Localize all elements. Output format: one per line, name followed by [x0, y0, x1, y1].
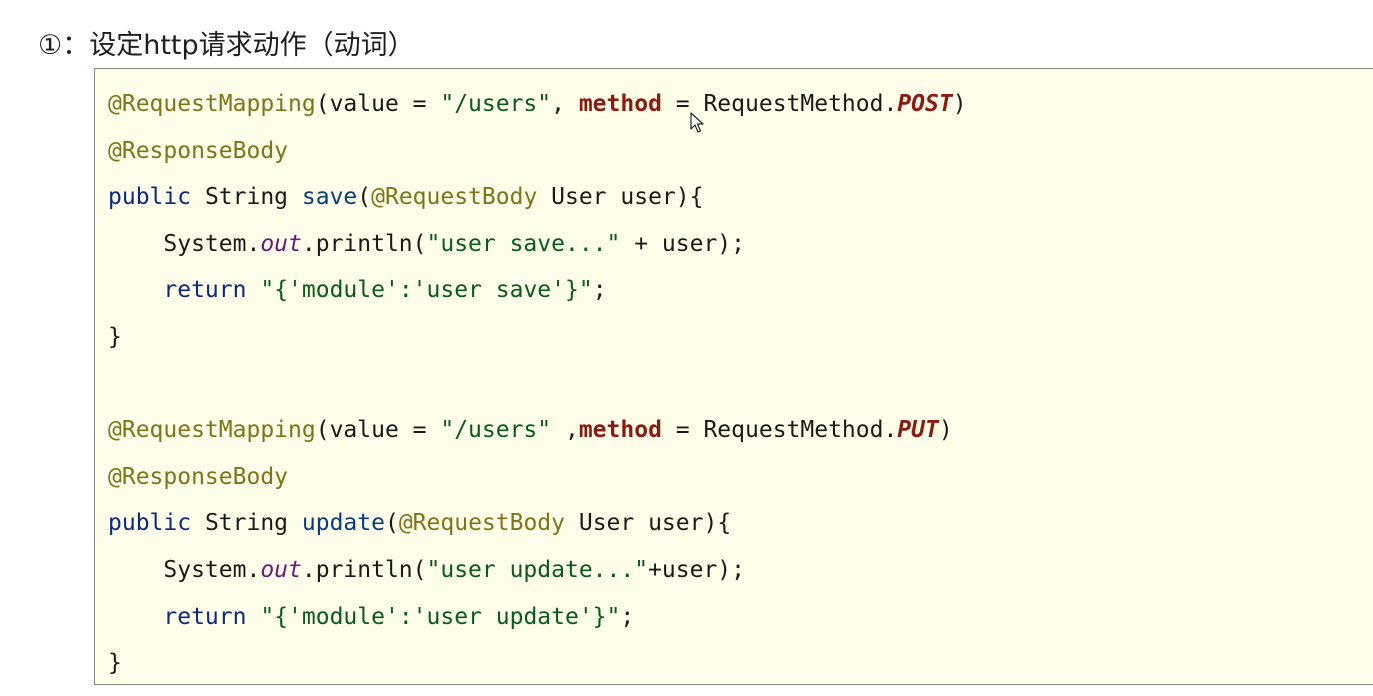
- plain-token: .println(: [301, 230, 427, 257]
- plain-token: String: [191, 510, 302, 537]
- code-line: @RequestMapping(value = "/users", method…: [108, 81, 967, 128]
- method-name-token: save: [301, 184, 358, 211]
- plain-token: System.: [163, 556, 261, 583]
- method-name-token: update: [301, 510, 385, 537]
- section-heading: ①：设定http请求动作（动词）: [38, 26, 415, 66]
- plain-token: System.: [163, 230, 261, 257]
- string-token: "/users": [440, 417, 552, 444]
- string-token: "/users": [440, 91, 552, 117]
- field-token: out: [260, 556, 302, 583]
- annotation-token: @RequestMapping: [108, 91, 316, 117]
- plain-token: String: [191, 184, 302, 211]
- circled-number-marker: ①: [38, 30, 63, 61]
- heading-text: ：设定http请求动作（动词）: [62, 30, 415, 61]
- code-line: public String update(@RequestBody User u…: [108, 500, 967, 547]
- code-line: @ResponseBody: [108, 128, 967, 175]
- plain-token: (: [384, 510, 399, 537]
- plain-token: ,: [551, 417, 579, 444]
- plain-token: User user){: [537, 184, 704, 211]
- param-token: method: [578, 417, 662, 444]
- code-listing: @RequestMapping(value = "/users", method…: [108, 81, 967, 687]
- annotation-token: @RequestMapping: [108, 417, 316, 444]
- plain-token: ;: [620, 603, 635, 630]
- keyword-token: public: [108, 510, 192, 537]
- constant-token: POST: [897, 91, 953, 117]
- annotation-token: @RequestBody: [371, 184, 538, 211]
- param-token: method: [578, 91, 662, 117]
- plain-token: (: [357, 184, 372, 211]
- string-token: "user save...": [426, 230, 621, 257]
- plain-token: + user);: [620, 230, 745, 257]
- keyword-token: return: [163, 603, 247, 630]
- plain-token: }: [108, 650, 122, 677]
- plain-token: (value =: [315, 91, 441, 117]
- code-line: System.out.println("user update..."+user…: [108, 547, 967, 594]
- code-line: @RequestMapping(value = "/users" ,method…: [108, 407, 967, 454]
- mouse-pointer-icon: [690, 112, 704, 133]
- code-line: @ResponseBody: [108, 454, 967, 501]
- plain-token: = RequestMethod.: [661, 417, 898, 444]
- plain-token: ,: [551, 91, 579, 117]
- code-line: return "{'module':'user save'}";: [108, 267, 967, 314]
- keyword-token: return: [163, 277, 247, 304]
- constant-token: PUT: [897, 417, 939, 444]
- code-block: @RequestMapping(value = "/users", method…: [94, 68, 1373, 685]
- plain-token: User user){: [565, 510, 732, 537]
- annotation-token: @ResponseBody: [108, 463, 289, 490]
- code-line: public String save(@RequestBody User use…: [108, 174, 967, 221]
- annotation-token: @RequestBody: [398, 510, 565, 537]
- plain-token: ): [938, 417, 953, 444]
- string-token: "{'module':'user save'}": [260, 277, 593, 304]
- keyword-token: public: [108, 184, 192, 211]
- string-token: "{'module':'user update'}": [260, 603, 621, 630]
- string-token: "user update...": [426, 556, 649, 583]
- plain-token: ;: [592, 277, 607, 304]
- plain-token: ): [952, 91, 967, 117]
- plain-token: (value =: [315, 417, 441, 444]
- code-line: System.out.println("user save..." + user…: [108, 221, 967, 268]
- code-line: }: [108, 640, 967, 687]
- plain-token: +user);: [648, 556, 745, 583]
- annotation-token: @ResponseBody: [108, 137, 289, 164]
- plain-token: }: [108, 323, 122, 350]
- plain-token: .println(: [301, 556, 427, 583]
- code-line: return "{'module':'user update'}";: [108, 594, 967, 641]
- code-line: }: [108, 314, 967, 361]
- field-token: out: [260, 230, 302, 257]
